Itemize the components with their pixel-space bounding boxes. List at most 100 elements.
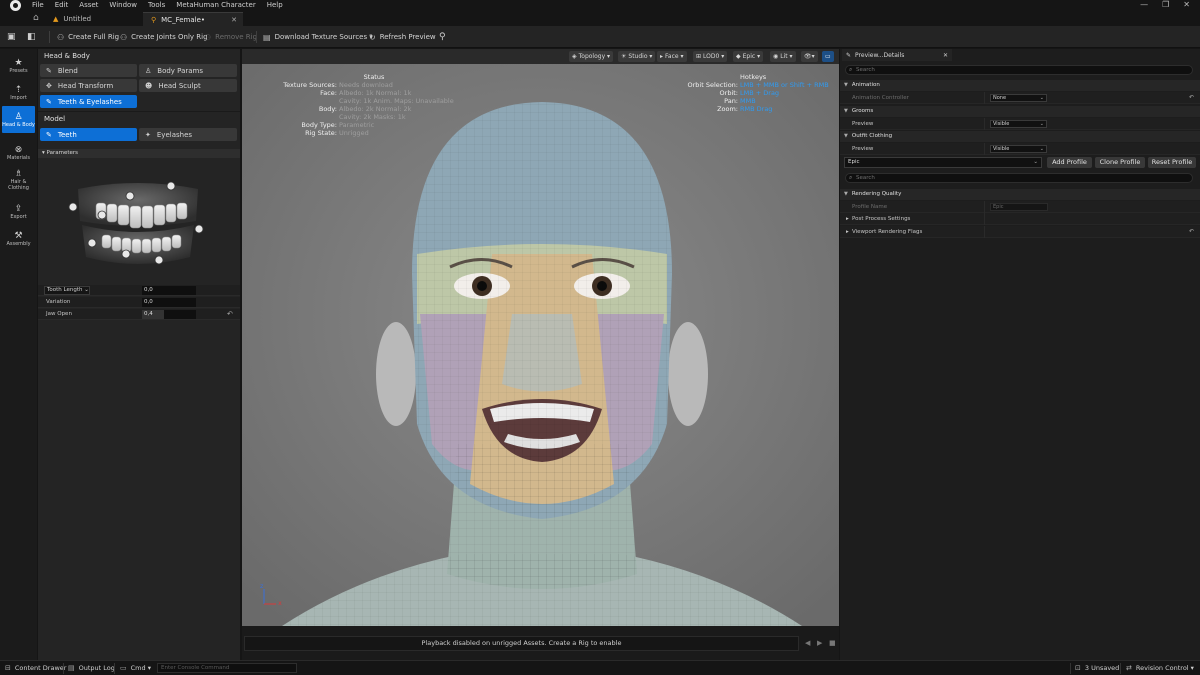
grooms-preview-dropdown[interactable]: Visible ⌄ bbox=[990, 120, 1047, 128]
dropdown-value: Epic bbox=[848, 159, 860, 165]
clone-profile-button[interactable]: Clone Profile bbox=[1095, 157, 1145, 168]
head-body-panel: Head & Body ✎ Blend ♙ Body Params ✥ Head… bbox=[38, 49, 240, 660]
quality-dropdown[interactable]: ◆ Epic ▾ bbox=[733, 51, 764, 62]
teeth-eyelashes-button[interactable]: ✎ Teeth & Eyelashes bbox=[40, 95, 137, 108]
tab-untitled[interactable]: ▲ Untitled bbox=[45, 12, 140, 26]
profile-search-input[interactable]: ⌕ Search bbox=[845, 173, 1193, 183]
tab-mc-female[interactable]: ⚲ MC_Female• ✕ bbox=[143, 12, 243, 26]
status-bar: ⊟ Content Drawer ▤ Output Log ▭ Cmd ▾ En… bbox=[0, 660, 1200, 675]
add-profile-button[interactable]: Add Profile bbox=[1047, 157, 1092, 168]
show-flags-dropdown[interactable]: 👁▾ bbox=[801, 51, 818, 62]
view-mode-dropdown[interactable]: ◉ Lit ▾ bbox=[770, 51, 796, 62]
nav-presets[interactable]: ★ Presets bbox=[2, 52, 35, 79]
revision-control-button[interactable]: ⇄ Revision Control ▾ bbox=[1126, 664, 1194, 672]
outfit-clothing-category[interactable]: ▼ Outfit Clothing bbox=[840, 131, 1200, 142]
minimize-button[interactable]: — bbox=[1140, 0, 1148, 9]
status-divider bbox=[63, 663, 64, 674]
unreal-logo-icon[interactable] bbox=[10, 0, 21, 11]
category-title: Animation bbox=[851, 82, 880, 88]
eyelashes-model-button[interactable]: ✦ Eyelashes bbox=[139, 128, 237, 141]
nav-hair-clothing[interactable]: ♗ Hair & Clothing bbox=[2, 166, 35, 193]
column-divider bbox=[984, 201, 985, 213]
output-log-button[interactable]: ▤ Output Log bbox=[68, 664, 115, 672]
nav-import[interactable]: ⇡ Import bbox=[2, 79, 35, 106]
reset-icon[interactable]: ↶ bbox=[1189, 228, 1194, 235]
close-tab-icon[interactable]: ✕ bbox=[231, 16, 237, 24]
content-drawer-button[interactable]: ⊟ Content Drawer bbox=[5, 664, 66, 672]
lod-label: LOD0 ▾ bbox=[703, 53, 725, 60]
body-params-button[interactable]: ♙ Body Params bbox=[139, 64, 237, 77]
variation-slider[interactable]: 0,0 bbox=[142, 298, 196, 307]
tab-label: MC_Female• bbox=[161, 15, 206, 24]
status-keys: Texture Sources: Face: Body: Body Type: … bbox=[242, 81, 337, 137]
post-process-row[interactable]: ▸ Post Process Settings bbox=[840, 213, 1200, 225]
outfit-preview-dropdown[interactable]: Visible ⌄ bbox=[990, 145, 1047, 153]
unsaved-icon: ⊡ bbox=[1075, 664, 1081, 672]
jaw-open-slider[interactable]: 0,4 bbox=[142, 310, 196, 319]
hotkey-value: MMB bbox=[740, 97, 756, 105]
close-window-button[interactable]: ✕ bbox=[1183, 0, 1190, 9]
unsaved-button[interactable]: ⊡ 3 Unsaved bbox=[1075, 664, 1119, 672]
tooth-length-dropdown[interactable]: Tooth Length ⌄ bbox=[44, 286, 90, 295]
menu-metahuman-character[interactable]: MetaHuman Character bbox=[176, 1, 255, 9]
head-sculpt-button[interactable]: ☻ Head Sculpt bbox=[139, 79, 237, 92]
nav-materials[interactable]: ⊗ Materials bbox=[2, 139, 35, 166]
tooth-length-slider[interactable]: 0,0 bbox=[142, 286, 196, 295]
lod-dropdown[interactable]: ⊞ LOD0 ▾ bbox=[693, 51, 728, 62]
reset-icon[interactable]: ↶ bbox=[227, 310, 233, 318]
menu-file[interactable]: File bbox=[32, 1, 44, 9]
menu-window[interactable]: Window bbox=[109, 1, 137, 9]
reset-icon[interactable]: ↶ bbox=[1189, 94, 1194, 101]
nav-head-body[interactable]: ♙ Head & Body bbox=[2, 106, 35, 133]
studio-label: Studio ▾ bbox=[628, 53, 653, 60]
maximize-button[interactable]: ❐ bbox=[1162, 0, 1169, 9]
dropdown-value: Visible bbox=[993, 146, 1010, 152]
play-forward-icon[interactable]: ▶ bbox=[817, 639, 822, 647]
camera-framing-dropdown[interactable]: ▸ Face ▾ bbox=[657, 51, 687, 62]
play-backward-icon[interactable]: ◀ bbox=[805, 639, 810, 647]
parameters-section-header[interactable]: ▾ Parameters bbox=[38, 149, 240, 158]
grooms-category[interactable]: ▼ Grooms bbox=[840, 106, 1200, 117]
rendering-quality-category[interactable]: ▼ Rendering Quality bbox=[840, 189, 1200, 200]
blend-button[interactable]: ✎ Blend bbox=[40, 64, 137, 77]
console-command-input[interactable]: Enter Console Command bbox=[157, 663, 297, 673]
viewport-flags-row[interactable]: ▸ Viewport Rendering Flags ↶ bbox=[840, 226, 1200, 238]
create-full-rig-button[interactable]: ⚇ Create Full Rig bbox=[57, 30, 119, 44]
head-transform-button[interactable]: ✥ Head Transform bbox=[40, 79, 137, 92]
teeth-preview[interactable] bbox=[38, 159, 240, 287]
lit-label: Lit ▾ bbox=[780, 53, 793, 60]
home-icon[interactable]: ⌂ bbox=[33, 13, 39, 23]
user-icon[interactable]: ⚲ bbox=[439, 32, 449, 42]
browse-asset-icon[interactable]: ◧ bbox=[27, 32, 37, 42]
3d-viewport[interactable]: Status Texture Sources: Face: Body: Body… bbox=[242, 64, 839, 626]
stop-icon[interactable]: ■ bbox=[829, 639, 836, 647]
profile-dropdown[interactable]: Epic ⌄ bbox=[844, 157, 1042, 168]
remove-rig-button[interactable]: ⚇ Remove Rig bbox=[204, 30, 257, 44]
download-texture-sources-button[interactable]: ▤ Download Texture Sources ▾ bbox=[263, 30, 373, 44]
save-icon[interactable]: ▣ bbox=[7, 32, 17, 42]
create-joints-only-rig-button[interactable]: ⚇ Create Joints Only Rig bbox=[120, 30, 208, 44]
menu-asset[interactable]: Asset bbox=[79, 1, 98, 9]
topology-dropdown[interactable]: ◈ Topology ▾ bbox=[569, 51, 614, 62]
refresh-preview-button[interactable]: ↻ Refresh Preview bbox=[369, 30, 436, 44]
tab-preview-details[interactable]: ✎ Preview...Details ✕ bbox=[842, 49, 952, 61]
param-label: Variation bbox=[46, 299, 71, 305]
animation-category[interactable]: ▼ Animation bbox=[840, 80, 1200, 91]
menu-help[interactable]: Help bbox=[267, 1, 283, 9]
close-tab-icon[interactable]: ✕ bbox=[943, 52, 948, 59]
status-value: Cavity: 2k Masks: 1k bbox=[339, 113, 406, 121]
details-search-input[interactable]: ⌕ Search bbox=[845, 65, 1193, 75]
studio-lighting-dropdown[interactable]: ☀ Studio ▾ bbox=[618, 51, 656, 62]
collapse-arrow-icon: ▼ bbox=[844, 108, 848, 114]
profile-name-field[interactable]: Epic bbox=[990, 203, 1048, 211]
menu-tools[interactable]: Tools bbox=[148, 1, 165, 9]
cmd-dropdown[interactable]: ▭ Cmd ▾ bbox=[120, 664, 151, 672]
viewport-layout-button[interactable]: ▭ bbox=[822, 51, 834, 62]
teeth-model-button[interactable]: ✎ Teeth bbox=[40, 128, 137, 141]
nav-assembly[interactable]: ⚒ Assembly bbox=[2, 225, 35, 252]
animation-controller-dropdown[interactable]: None ⌄ bbox=[990, 94, 1047, 102]
nav-export[interactable]: ⇪ Export bbox=[2, 198, 35, 225]
menu-edit[interactable]: Edit bbox=[55, 1, 69, 9]
status-value: Cavity: 1k Anim. Maps: Unavailable bbox=[339, 97, 454, 105]
reset-profile-button[interactable]: Reset Profile bbox=[1148, 157, 1196, 168]
